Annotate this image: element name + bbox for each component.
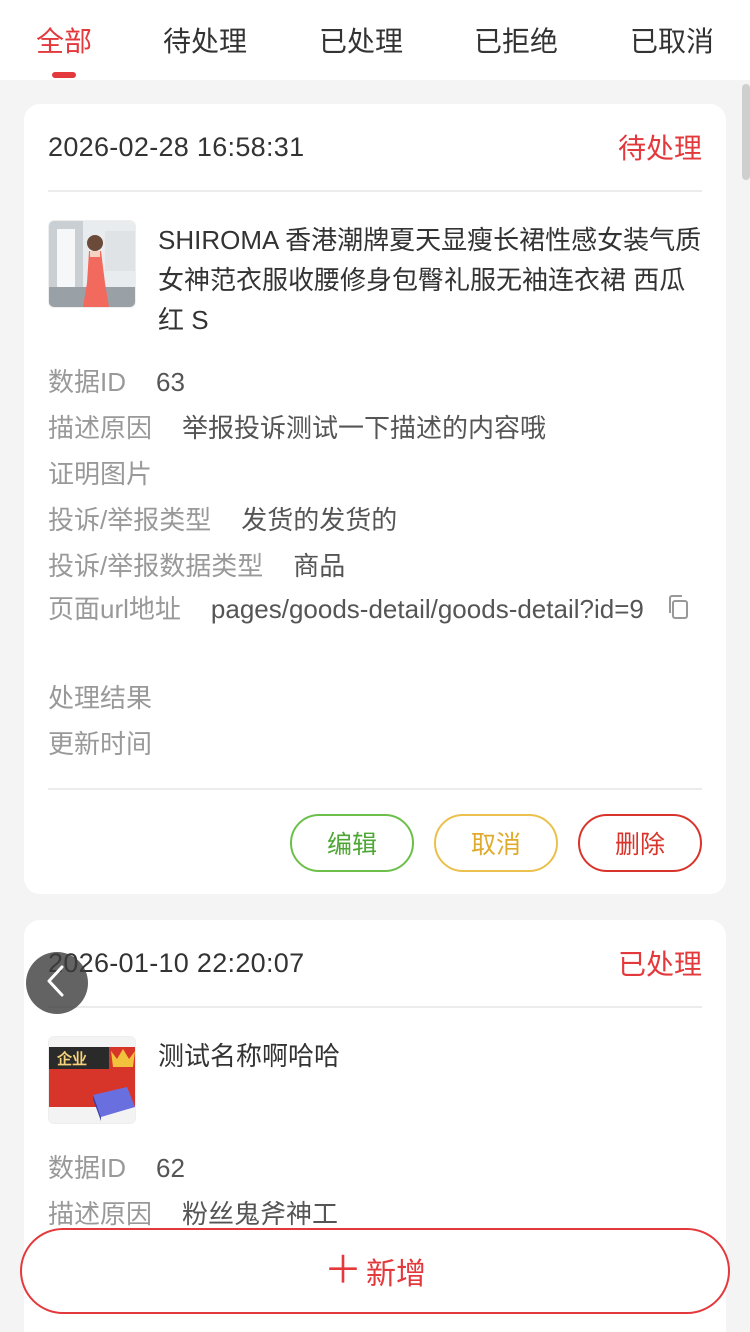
field-data-id: 数据ID 63 (48, 359, 708, 405)
add-button-label: 新增 (366, 1258, 426, 1291)
record-time: 2026-02-28 16:58:31 (48, 131, 305, 162)
field-value: 发货的发货的 (241, 505, 398, 535)
delete-button[interactable]: 删除 (578, 814, 702, 872)
tab-label: 全部 (35, 26, 92, 57)
divider (48, 788, 702, 790)
field-label: 处理结果 (48, 683, 153, 713)
goods-name[interactable]: SHIROMA 香港潮牌夏天显瘦长裙性感女装气质女神范衣服收腰修身包臀礼服无袖连… (158, 220, 704, 340)
field-label: 数据ID (48, 367, 127, 397)
goods-thumbnail[interactable] (48, 220, 136, 308)
status-tabs: 全部 待处理 已处理 已拒绝 已取消 (0, 0, 750, 80)
field-label: 描述原因 (48, 413, 153, 443)
field-value: 粉丝鬼斧神工 (182, 1199, 339, 1229)
tab-all[interactable]: 全部 (24, 0, 104, 80)
field-result: 处理结果 (48, 675, 708, 721)
status-badge: 待处理 (617, 133, 702, 164)
field-label: 证明图片 (48, 459, 153, 489)
plus-icon: ＋ (323, 1250, 362, 1292)
field-reason: 描述原因 举报投诉测试一下描述的内容哦 (48, 405, 708, 451)
status-badge: 已处理 (617, 949, 702, 980)
field-value: 举报投诉测试一下描述的内容哦 (182, 413, 547, 443)
record-card: 2026-02-28 16:58:31 待处理 SHIROMA 香港潮牌夏天显瘦… (24, 104, 726, 894)
tab-active-indicator (52, 72, 76, 78)
field-value: 商品 (293, 551, 346, 581)
field-value: pages/goods-detail/goods-detail?id=9 (210, 594, 644, 624)
goods-thumbnail[interactable]: 企业 (48, 1036, 136, 1124)
field-data-id: 数据ID 62 (48, 1145, 708, 1191)
field-data-type: 投诉/举报数据类型 商品 (48, 543, 708, 589)
tab-rejected[interactable]: 已拒绝 (466, 0, 566, 80)
chevron-left-icon (44, 964, 70, 1003)
tab-label: 待处理 (162, 26, 247, 57)
thumbnail-logo-text: 企业 (56, 1050, 87, 1068)
add-button[interactable]: ＋ 新增 (20, 1228, 730, 1314)
field-label: 投诉/举报数据类型 (48, 551, 264, 581)
tab-pending[interactable]: 待处理 (155, 0, 255, 80)
card-header: 2026-02-28 16:58:31 待处理 (48, 104, 702, 192)
field-proof-image: 证明图片 (48, 451, 708, 497)
field-label: 页面url地址 (48, 594, 181, 624)
field-label: 数据ID (48, 1153, 127, 1183)
field-value: 62 (156, 1153, 185, 1183)
edit-button[interactable]: 编辑 (290, 814, 414, 872)
goods-name[interactable]: 测试名称啊哈哈 (158, 1036, 704, 1076)
field-label: 投诉/举报类型 (48, 505, 212, 535)
scrollbar[interactable] (742, 84, 750, 180)
tab-cancelled[interactable]: 已取消 (622, 0, 722, 80)
tab-label: 已处理 (318, 26, 403, 57)
field-label: 描述原因 (48, 1199, 153, 1229)
field-label: 更新时间 (48, 729, 153, 759)
tab-label: 已取消 (629, 26, 714, 57)
tab-processed[interactable]: 已处理 (311, 0, 411, 80)
field-page-url: 页面url地址 pages/goods-detail/goods-detail?i… (48, 589, 708, 631)
copy-icon[interactable] (666, 591, 690, 631)
field-type: 投诉/举报类型 发货的发货的 (48, 497, 708, 543)
back-button[interactable] (26, 952, 88, 1014)
card-header: 2026-01-10 22:20:07 已处理 (48, 920, 702, 1008)
field-update-time: 更新时间 (48, 721, 708, 767)
tab-label: 已拒绝 (473, 26, 558, 57)
cancel-button[interactable]: 取消 (434, 814, 558, 872)
field-value: 63 (156, 367, 185, 397)
